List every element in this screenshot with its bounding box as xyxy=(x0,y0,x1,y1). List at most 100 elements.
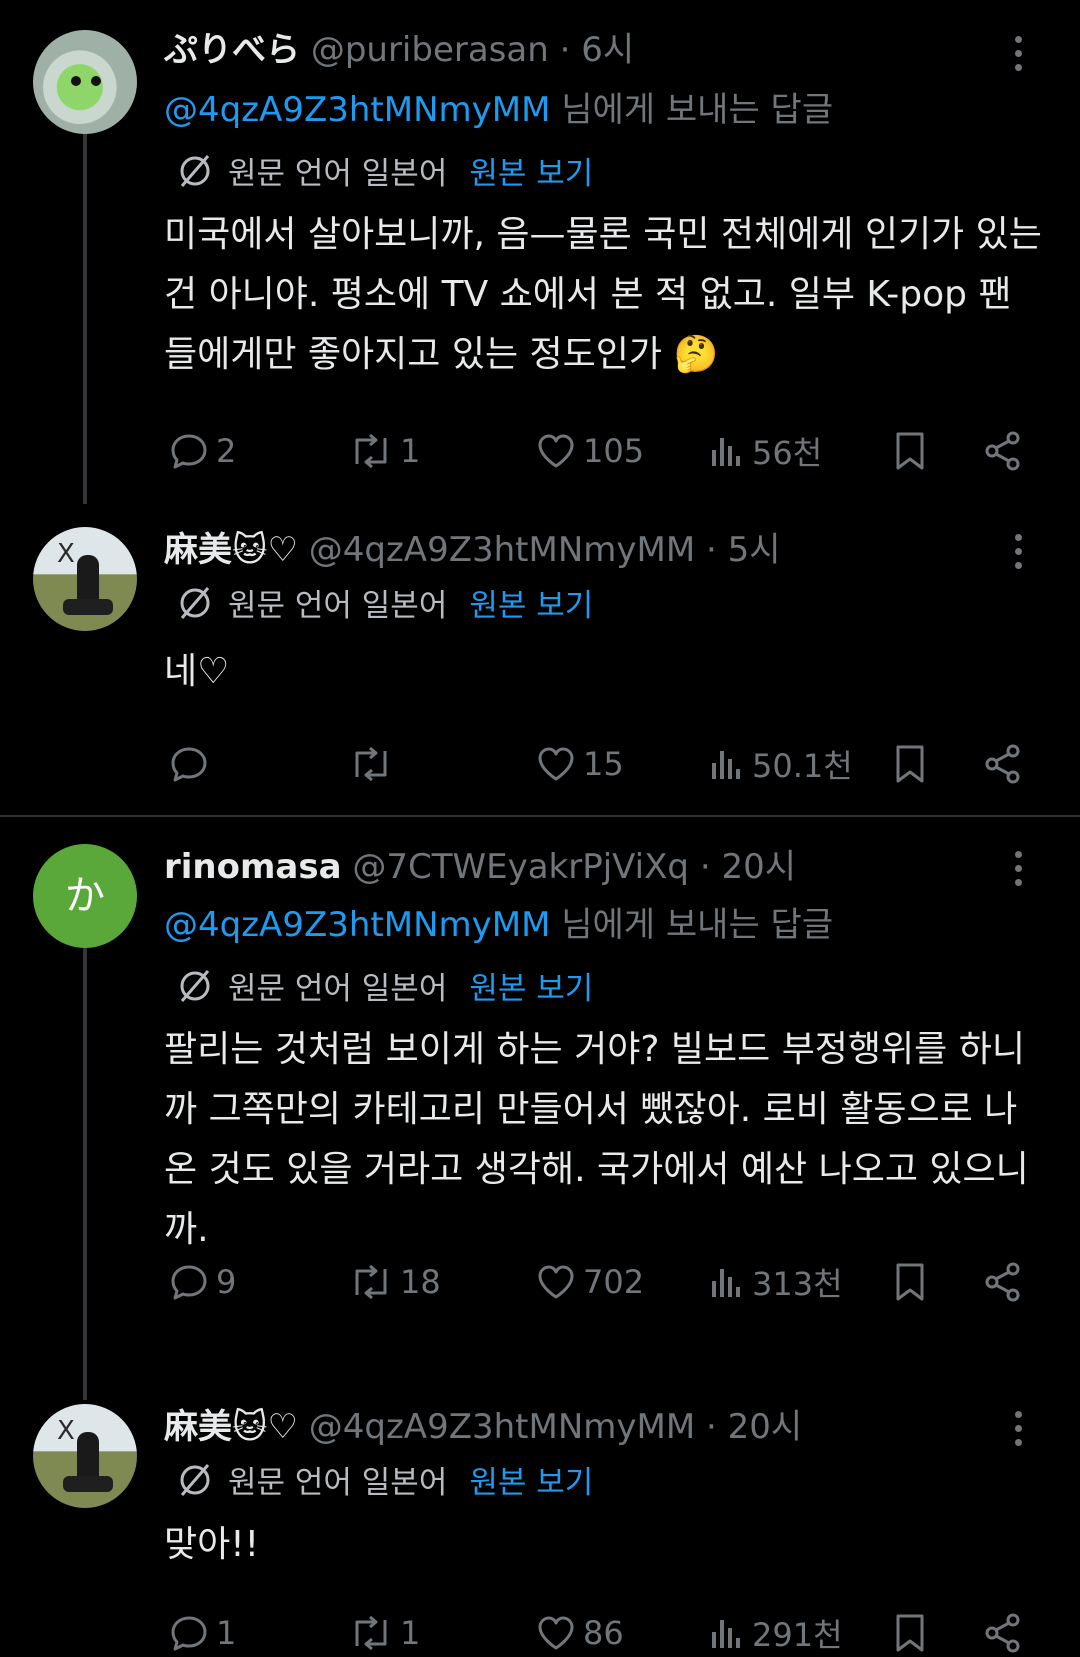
tweet[interactable]: か rinomasa @7CTWEyakrPjViXq · 20시 @4qzA9… xyxy=(0,817,1080,1397)
avatar[interactable]: X xyxy=(33,527,137,631)
tweet[interactable]: ぷりべら @puriberasan · 6시 @4qzA9Z3htMNmyMM … xyxy=(0,0,1080,500)
view-count: 313천 xyxy=(752,1265,843,1303)
retweet-count: 18 xyxy=(400,1263,441,1301)
views-button[interactable]: 56천 xyxy=(708,427,822,475)
translate-icon xyxy=(180,970,210,1002)
reply-count: 1 xyxy=(216,1614,237,1652)
retweet-button[interactable] xyxy=(348,740,400,788)
bookmark-button[interactable] xyxy=(890,427,936,475)
reply-icon xyxy=(171,747,207,782)
user-handle[interactable]: @puriberasan xyxy=(311,30,549,70)
translation-notice: 원문 언어 일본어 원본 보기 xyxy=(176,148,593,193)
tweet[interactable]: X 麻美🐱♡ @4qzA9Z3htMNmyMM · 5시 원문 언어 일본어 원본… xyxy=(0,500,1080,815)
like-button[interactable]: 15 xyxy=(535,740,624,788)
share-button[interactable] xyxy=(982,1258,1030,1306)
reply-context: @4qzA9Z3htMNmyMM 님에게 보내는 답글 xyxy=(164,82,833,131)
bookmark-button[interactable] xyxy=(890,740,936,788)
like-icon xyxy=(538,1616,574,1650)
like-button[interactable]: 105 xyxy=(535,427,644,475)
retweet-count: 1 xyxy=(400,432,421,470)
tweet-header: ぷりべら @puriberasan · 6시 xyxy=(164,22,634,71)
timestamp[interactable]: · 20시 xyxy=(700,847,796,887)
views-button[interactable]: 313천 xyxy=(708,1258,843,1306)
reply-icon xyxy=(171,1616,207,1651)
bookmark-button[interactable] xyxy=(890,1258,936,1306)
reply-mention-link[interactable]: @4qzA9Z3htMNmyMM xyxy=(164,905,550,945)
action-bar: 9 18 702 313천 xyxy=(168,1258,1048,1306)
translate-label: 원문 언어 일본어 xyxy=(228,1465,448,1501)
like-icon xyxy=(538,1265,574,1299)
reply-icon xyxy=(171,434,207,469)
translation-notice: 원문 언어 일본어 원본 보기 xyxy=(176,580,593,625)
like-icon xyxy=(538,434,574,468)
views-icon xyxy=(712,438,740,466)
avatar[interactable]: か xyxy=(33,844,137,948)
timestamp[interactable]: · 20시 xyxy=(706,1407,802,1447)
retweet-icon xyxy=(355,746,387,782)
reply-suffix: 님에게 보내는 답글 xyxy=(550,905,834,945)
reply-count: 9 xyxy=(216,1263,237,1301)
reply-button[interactable]: 9 xyxy=(168,1258,236,1306)
reply-suffix: 님에게 보내는 답글 xyxy=(550,90,834,130)
views-button[interactable]: 50.1천 xyxy=(708,740,853,788)
more-icon[interactable] xyxy=(1015,851,1027,893)
tweet-text: 네♡ xyxy=(164,651,230,692)
retweet-icon xyxy=(355,433,387,469)
display-name[interactable]: 麻美🐱♡ xyxy=(164,1407,298,1447)
reply-button[interactable] xyxy=(168,740,216,788)
user-handle[interactable]: @7CTWEyakrPjViXq xyxy=(352,847,689,887)
bookmark-icon xyxy=(896,1263,924,1301)
share-button[interactable] xyxy=(982,740,1030,788)
tweet-text: 미국에서 살아보니까, 음—물론 국민 전체에게 인기가 있는 건 아니야. 평… xyxy=(164,214,1042,375)
more-icon[interactable] xyxy=(1015,534,1027,576)
views-icon xyxy=(712,1620,740,1648)
show-original-link[interactable]: 원본 보기 xyxy=(469,588,593,624)
display-name[interactable]: rinomasa xyxy=(164,847,342,887)
more-icon[interactable] xyxy=(1015,36,1027,78)
reply-icon xyxy=(171,1265,207,1300)
reply-button[interactable]: 2 xyxy=(168,427,236,475)
translate-label: 원문 언어 일본어 xyxy=(228,588,448,624)
like-count: 15 xyxy=(583,745,624,783)
action-bar: 2 1 105 56천 xyxy=(168,427,1048,475)
share-icon xyxy=(985,1613,1020,1653)
retweet-button[interactable]: 1 xyxy=(348,427,420,475)
tweet-header: rinomasa @7CTWEyakrPjViXq · 20시 xyxy=(164,839,796,888)
retweet-icon xyxy=(355,1615,387,1651)
translate-icon xyxy=(180,155,210,187)
tweet-header: 麻美🐱♡ @4qzA9Z3htMNmyMM · 20시 xyxy=(164,1399,802,1448)
avatar[interactable]: X xyxy=(33,1404,137,1508)
like-button[interactable]: 702 xyxy=(535,1258,644,1306)
bookmark-icon xyxy=(896,432,924,470)
retweet-button[interactable]: 18 xyxy=(348,1258,441,1306)
view-count: 291천 xyxy=(752,1616,843,1654)
user-handle[interactable]: @4qzA9Z3htMNmyMM xyxy=(309,1407,695,1447)
views-icon xyxy=(712,751,740,779)
show-original-link[interactable]: 원본 보기 xyxy=(469,1465,593,1501)
views-icon xyxy=(712,1269,740,1297)
view-count: 56천 xyxy=(752,434,823,472)
show-original-link[interactable]: 원본 보기 xyxy=(469,156,593,192)
display-name[interactable]: ぷりべら xyxy=(164,30,300,70)
reply-mention-link[interactable]: @4qzA9Z3htMNmyMM xyxy=(164,90,550,130)
user-handle[interactable]: @4qzA9Z3htMNmyMM xyxy=(309,530,695,570)
tweet[interactable]: X 麻美🐱♡ @4qzA9Z3htMNmyMM · 20시 원문 언어 일본어 원… xyxy=(0,1397,1080,1654)
tweet-text: 팔리는 것처럼 보이게 하는 거야? 빌보드 부정행위를 하니까 그쪽만의 카테… xyxy=(164,1029,1029,1250)
show-original-link[interactable]: 원본 보기 xyxy=(469,971,593,1007)
share-icon xyxy=(985,1262,1020,1302)
timestamp[interactable]: · 6시 xyxy=(560,30,635,70)
tweet-text: 맞아!! xyxy=(164,1524,260,1565)
retweet-icon xyxy=(355,1264,387,1300)
reply-context: @4qzA9Z3htMNmyMM 님에게 보내는 답글 xyxy=(164,897,833,946)
avatar[interactable] xyxy=(33,30,137,134)
view-count: 50.1천 xyxy=(752,747,853,785)
share-icon xyxy=(985,744,1020,784)
timestamp[interactable]: · 5시 xyxy=(706,530,781,570)
like-icon xyxy=(538,747,574,781)
translate-label: 원문 언어 일본어 xyxy=(228,156,448,192)
retweet-count: 1 xyxy=(400,1614,421,1652)
display-name[interactable]: 麻美🐱♡ xyxy=(164,530,298,570)
share-button[interactable] xyxy=(982,427,1030,475)
more-icon[interactable] xyxy=(1015,1411,1027,1453)
translate-icon xyxy=(180,1464,210,1496)
